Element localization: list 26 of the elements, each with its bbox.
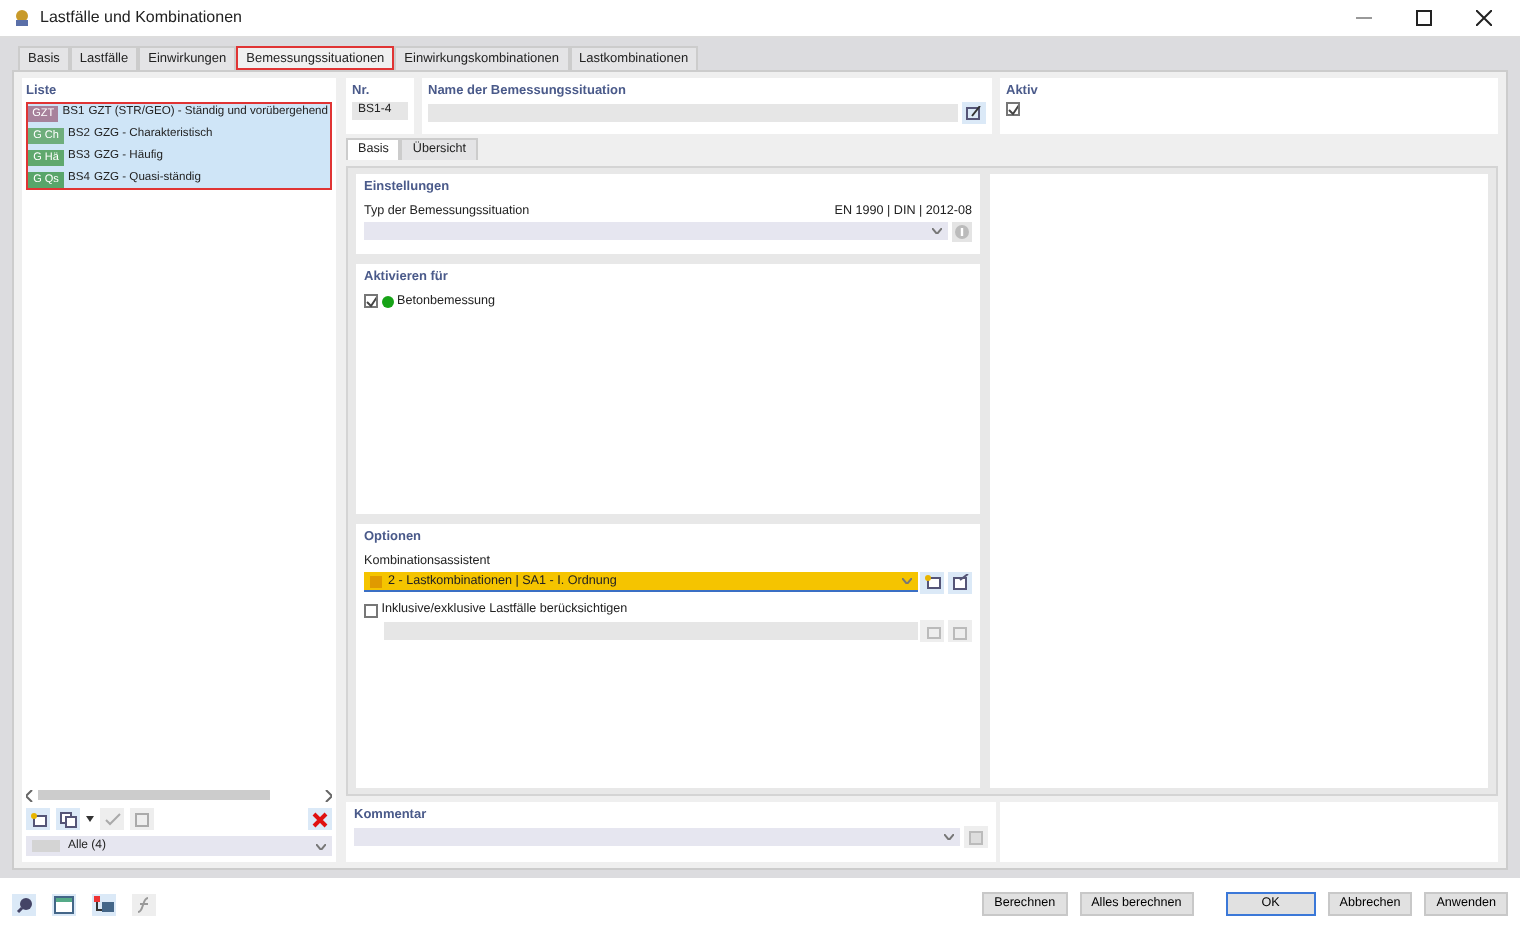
checkbox[interactable] (364, 294, 378, 309)
edit-button[interactable] (948, 571, 972, 594)
search-icon[interactable] (12, 893, 36, 915)
scrollbar-thumb[interactable] (38, 790, 270, 800)
close-icon[interactable] (1476, 10, 1492, 26)
copy-button[interactable] (56, 808, 80, 830)
caret-icon[interactable] (86, 816, 94, 822)
scroll-left-icon[interactable] (26, 789, 34, 801)
color-swatch-icon (370, 575, 382, 588)
new-item-button[interactable] (920, 571, 945, 594)
new-item-button[interactable] (26, 808, 50, 830)
app-icon (12, 8, 32, 28)
table-icon[interactable] (52, 893, 76, 915)
name-field[interactable] (428, 104, 959, 122)
maximize-icon[interactable] (1416, 10, 1432, 26)
load-case-field[interactable] (384, 622, 917, 641)
edit-button[interactable] (962, 102, 986, 124)
check-button[interactable] (100, 808, 124, 830)
scroll-right-icon[interactable] (324, 789, 332, 801)
checkbox[interactable] (364, 603, 378, 618)
delete-button[interactable] (308, 808, 332, 830)
active-checkbox[interactable] (1006, 102, 1020, 116)
tree-icon[interactable] (92, 893, 116, 915)
function-icon[interactable] (132, 893, 156, 915)
window-title: Lastfälle und Kombinationen (40, 6, 242, 30)
uncheck-button[interactable] (130, 808, 154, 830)
